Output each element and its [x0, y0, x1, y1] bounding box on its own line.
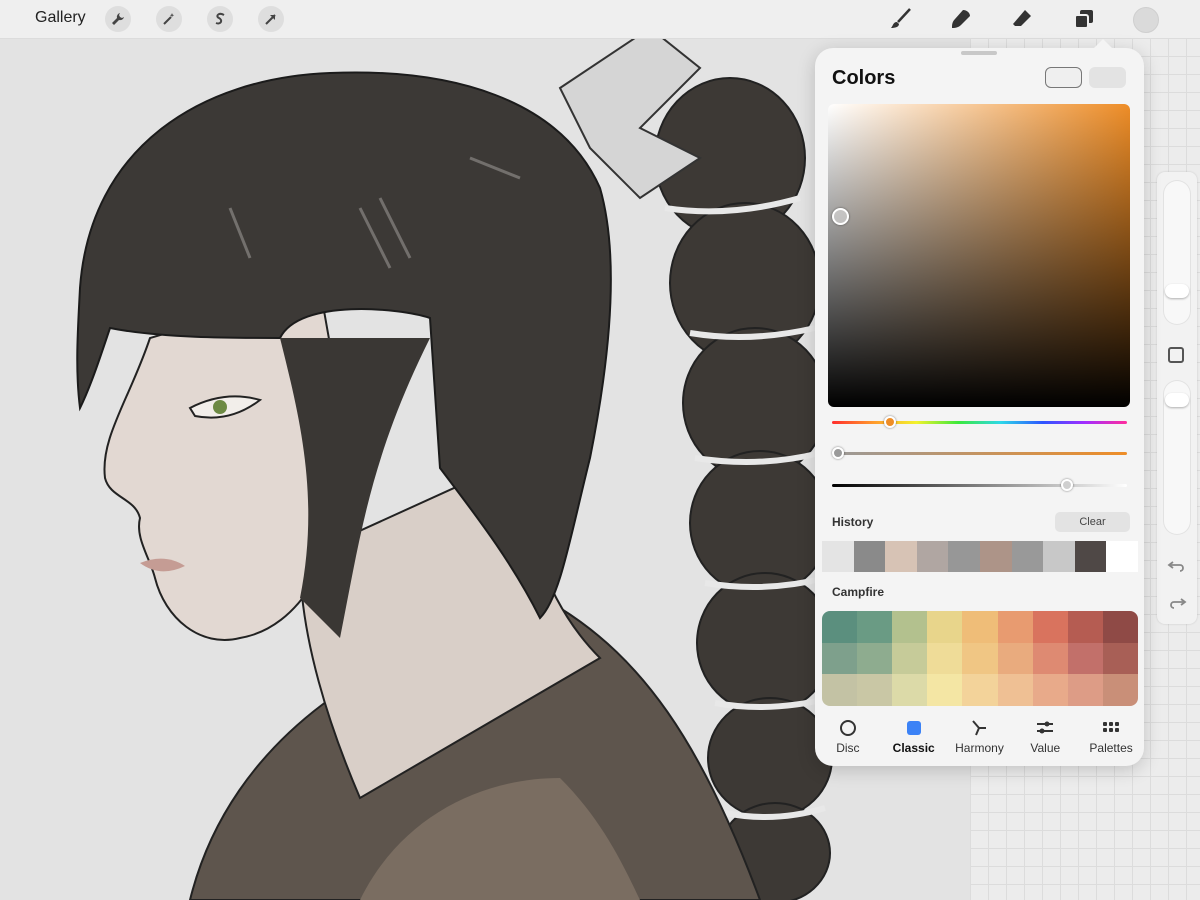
- colors-panel: Colors History Clear Campfire Disc Classi…: [815, 39, 1144, 766]
- saturation-knob[interactable]: [832, 447, 844, 459]
- palette-swatch[interactable]: [962, 611, 998, 643]
- harmony-icon: [969, 718, 989, 738]
- palette-swatch[interactable]: [1067, 674, 1103, 706]
- tab-value[interactable]: Value: [1012, 718, 1078, 762]
- palette-swatch[interactable]: [892, 674, 928, 706]
- history-swatch[interactable]: [1043, 541, 1075, 572]
- palette-name: Campfire: [832, 585, 885, 599]
- palette-swatch[interactable]: [1067, 642, 1103, 675]
- palette-swatch[interactable]: [927, 674, 963, 706]
- history-swatch[interactable]: [979, 541, 1012, 572]
- palette-swatch[interactable]: [1032, 674, 1068, 706]
- tab-label: Palettes: [1089, 741, 1133, 755]
- hue-knob[interactable]: [884, 416, 896, 428]
- palette-swatch[interactable]: [997, 642, 1033, 675]
- eraser-icon[interactable]: [1008, 5, 1036, 33]
- brightness-slider[interactable]: [832, 479, 1127, 491]
- palette-swatch[interactable]: [857, 611, 893, 643]
- palette-swatch[interactable]: [1102, 642, 1138, 675]
- palettes-grid-icon: [1101, 718, 1121, 738]
- opacity-knob[interactable]: [1165, 393, 1189, 407]
- panel-title: Colors: [832, 67, 896, 89]
- color-picker-knob[interactable]: [832, 208, 849, 225]
- modify-button[interactable]: [1168, 347, 1184, 363]
- palette-swatch[interactable]: [927, 611, 963, 643]
- history-swatch[interactable]: [1074, 541, 1107, 572]
- disc-icon: [838, 718, 858, 738]
- tab-label: Classic: [892, 741, 935, 755]
- undo-icon[interactable]: [1167, 555, 1187, 575]
- clear-history-button[interactable]: Clear: [1055, 512, 1130, 532]
- history-label: History: [832, 515, 874, 529]
- palette-swatch[interactable]: [1032, 611, 1068, 643]
- history-swatch[interactable]: [822, 541, 854, 572]
- gallery-button[interactable]: Gallery: [35, 9, 86, 27]
- palette-swatch[interactable]: [822, 674, 858, 706]
- color-mode-tabs: Disc Classic Harmony Value Palettes: [815, 718, 1144, 762]
- tab-classic[interactable]: Classic: [881, 718, 947, 762]
- palette-swatch[interactable]: [822, 642, 858, 675]
- previous-color-swatch[interactable]: [1089, 67, 1126, 88]
- history-swatch[interactable]: [948, 541, 980, 572]
- tab-harmony[interactable]: Harmony: [947, 718, 1013, 762]
- panel-pointer: [1093, 39, 1113, 49]
- smudge-icon[interactable]: [947, 5, 975, 33]
- current-color-swatch[interactable]: [1045, 67, 1082, 88]
- palette-swatch[interactable]: [857, 642, 893, 675]
- palette-swatch[interactable]: [1102, 611, 1138, 643]
- palette-swatch[interactable]: [927, 642, 963, 675]
- layers-icon[interactable]: [1070, 5, 1098, 33]
- history-swatch[interactable]: [885, 541, 917, 572]
- brightness-knob[interactable]: [1061, 479, 1073, 491]
- palette-swatch[interactable]: [857, 674, 893, 706]
- sidebar-rail: [1157, 172, 1197, 624]
- classic-square-icon: [904, 718, 924, 738]
- saturation-brightness-picker[interactable]: [828, 104, 1130, 407]
- history-swatches: [822, 541, 1138, 572]
- brush-size-knob[interactable]: [1165, 284, 1189, 298]
- arrow-cursor-icon[interactable]: [258, 6, 284, 32]
- history-swatch[interactable]: [916, 541, 949, 572]
- opacity-slider[interactable]: [1163, 380, 1191, 535]
- palette-swatch[interactable]: [997, 674, 1033, 706]
- palette-swatch[interactable]: [997, 611, 1033, 643]
- panel-drag-handle[interactable]: [961, 51, 997, 55]
- palette-grid: [822, 611, 1138, 706]
- magic-wand-icon[interactable]: [156, 6, 182, 32]
- tab-label: Value: [1030, 741, 1061, 755]
- tab-label: Harmony: [955, 741, 1004, 755]
- value-sliders-icon: [1035, 718, 1055, 738]
- palette-swatch[interactable]: [962, 674, 998, 706]
- palette-swatch[interactable]: [822, 611, 858, 643]
- tab-disc[interactable]: Disc: [815, 718, 881, 762]
- hue-slider[interactable]: [832, 416, 1127, 428]
- tab-label: Disc: [836, 741, 860, 755]
- palette-swatch[interactable]: [1102, 674, 1138, 706]
- palette-swatch[interactable]: [1032, 642, 1068, 675]
- palette-swatch[interactable]: [962, 642, 998, 675]
- history-swatch[interactable]: [1011, 541, 1044, 572]
- selection-s-icon[interactable]: [207, 6, 233, 32]
- history-swatch[interactable]: [853, 541, 886, 572]
- tab-palettes[interactable]: Palettes: [1078, 718, 1144, 762]
- palette-swatch[interactable]: [1067, 611, 1103, 643]
- brush-size-slider[interactable]: [1163, 180, 1191, 325]
- palette-swatch[interactable]: [892, 642, 928, 675]
- wrench-icon[interactable]: [105, 6, 131, 32]
- saturation-slider[interactable]: [832, 447, 1127, 459]
- redo-icon[interactable]: [1167, 592, 1187, 612]
- top-toolbar: Gallery: [0, 0, 1200, 39]
- history-swatch[interactable]: [1106, 541, 1138, 572]
- current-color-button[interactable]: [1133, 7, 1159, 33]
- palette-swatch[interactable]: [892, 611, 928, 643]
- brush-icon[interactable]: [887, 5, 915, 33]
